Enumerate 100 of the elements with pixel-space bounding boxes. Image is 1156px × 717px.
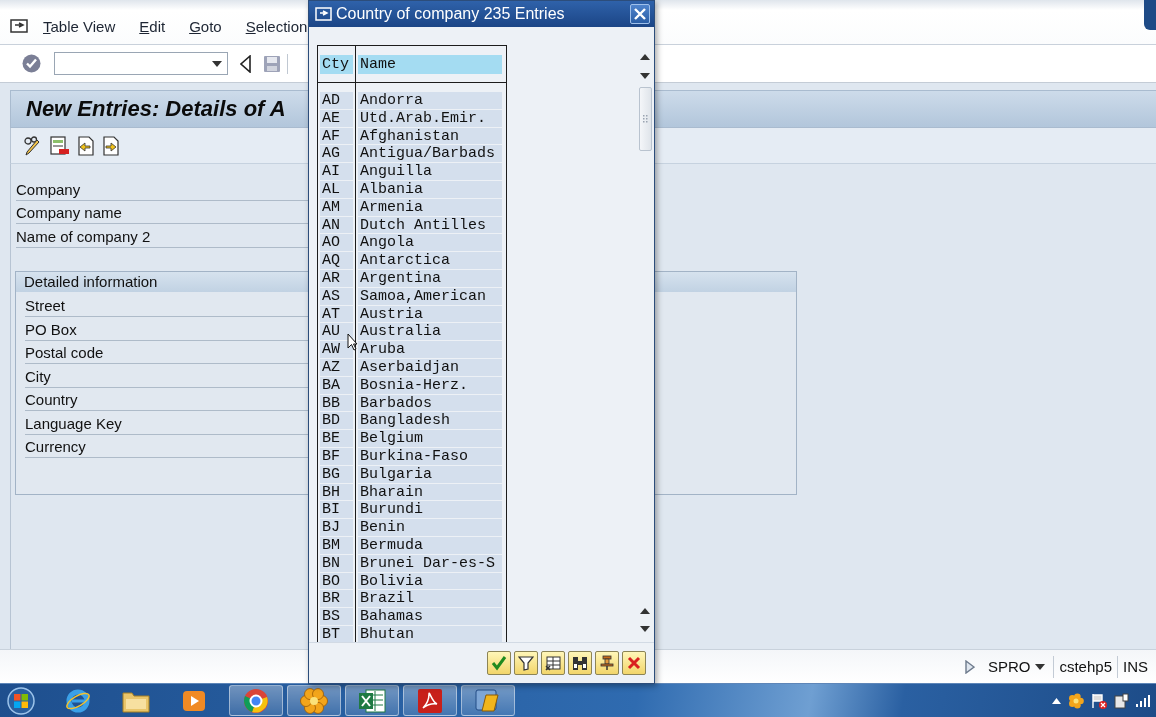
table-cell[interactable]: Aserbaidjan <box>358 358 502 376</box>
table-cell[interactable]: BS <box>320 608 353 625</box>
field-label: PO Box <box>25 317 308 341</box>
table-cell[interactable]: AU <box>320 323 353 341</box>
table-cell[interactable]: BA <box>320 376 353 394</box>
table-cell[interactable]: BI <box>320 501 353 519</box>
mouse-pointer-icon <box>347 333 358 351</box>
window-menu-icon[interactable] <box>10 19 28 33</box>
table-cell[interactable]: BB <box>320 394 353 412</box>
table-cell[interactable]: Angola <box>358 234 502 252</box>
table-cell[interactable]: AI <box>320 163 353 180</box>
table-cell[interactable]: BT <box>320 625 353 643</box>
down-arrow-icon[interactable] <box>640 625 650 632</box>
taskbar-button[interactable] <box>287 685 341 716</box>
taskbar-button[interactable] <box>461 685 515 716</box>
table-cell[interactable]: BM <box>320 536 353 554</box>
table-cell[interactable]: Brazil <box>358 590 502 608</box>
table-cell[interactable]: Bolivia <box>358 572 502 590</box>
table-cell[interactable]: AG <box>320 145 353 163</box>
table-cell[interactable]: BD <box>320 412 353 430</box>
table-cell[interactable]: Afghanistan <box>358 127 502 145</box>
dropdown-caret-icon[interactable] <box>1035 663 1046 670</box>
command-field[interactable] <box>54 52 228 75</box>
table-cell[interactable]: Bermuda <box>358 536 502 554</box>
taskbar-button[interactable] <box>345 685 399 716</box>
table-cell[interactable]: Andorra <box>358 92 502 109</box>
play-triangle-icon[interactable] <box>964 659 975 674</box>
table-cell[interactable]: AL <box>320 181 353 198</box>
table-cell[interactable]: BG <box>320 465 353 483</box>
table-cell[interactable]: BR <box>320 590 353 608</box>
table-cell[interactable]: Bangladesh <box>358 412 502 430</box>
table-cell[interactable]: Albania <box>358 181 502 198</box>
taskbar-button[interactable] <box>229 685 283 716</box>
table-cell[interactable]: AW <box>320 341 353 358</box>
table-cell[interactable]: Austria <box>358 305 502 323</box>
table-cell[interactable]: Bosnia-Herz. <box>358 376 502 394</box>
table-cell[interactable]: AD <box>320 92 353 109</box>
table-cell[interactable]: Benin <box>358 519 502 536</box>
pdf-document-icon <box>417 687 443 714</box>
table-cell[interactable]: Anguilla <box>358 163 502 180</box>
table-cell[interactable]: AF <box>320 127 353 145</box>
table-cell[interactable]: AM <box>320 198 353 216</box>
table-cell[interactable]: Aruba <box>358 341 502 358</box>
table-cell[interactable]: AT <box>320 305 353 323</box>
table-cell[interactable]: Argentina <box>358 269 502 287</box>
table-cell[interactable]: Belgium <box>358 430 502 447</box>
column-header[interactable]: Name <box>358 55 502 74</box>
previous-entry-icon[interactable] <box>77 135 95 156</box>
table-cell[interactable]: AS <box>320 287 353 305</box>
close-icon[interactable] <box>627 656 641 670</box>
cancel-button[interactable] <box>622 651 646 675</box>
table-cell[interactable]: Antarctica <box>358 252 502 269</box>
tray-flower-icon[interactable] <box>1068 692 1084 709</box>
menu-item[interactable]: Goto <box>189 17 222 35</box>
table-cell[interactable]: Antigua/Barbads <box>358 145 502 163</box>
table-cell[interactable]: Bharain <box>358 483 502 501</box>
next-entry-icon[interactable] <box>102 135 120 156</box>
menu-item[interactable]: Table View <box>43 17 116 35</box>
table-cell[interactable]: Bahamas <box>358 608 502 625</box>
table-cell[interactable]: Bulgaria <box>358 465 502 483</box>
up-arrow-icon[interactable] <box>640 53 650 60</box>
table-cell[interactable]: AR <box>320 269 353 287</box>
table-cell[interactable]: AQ <box>320 252 353 269</box>
field-label: Name of company 2 <box>16 224 308 248</box>
down-arrow-icon[interactable] <box>640 72 650 79</box>
table-cell[interactable]: BE <box>320 430 353 447</box>
flag-warning-icon[interactable] <box>1091 692 1107 709</box>
table-cell[interactable]: Australia <box>358 323 502 341</box>
table-cell[interactable]: Dutch Antilles <box>358 216 502 234</box>
table-cell[interactable]: Samoa,American <box>358 287 502 305</box>
table-cell[interactable]: AZ <box>320 358 353 376</box>
column-header[interactable]: Cty <box>320 55 353 74</box>
tray-expand-icon[interactable] <box>1052 697 1061 704</box>
table-cell[interactable]: Utd.Arab.Emir. <box>358 109 502 127</box>
dropdown-caret-icon[interactable] <box>212 60 222 67</box>
table-cell[interactable]: Brunei Dar-es-S <box>358 554 502 572</box>
table-cell[interactable]: AO <box>320 234 353 252</box>
table-cell[interactable]: Bhutan <box>358 625 502 643</box>
table-cell[interactable]: Burkina-Faso <box>358 447 502 465</box>
table-cell[interactable]: BH <box>320 483 353 501</box>
table-cell[interactable]: BN <box>320 554 353 572</box>
table-cell[interactable]: AE <box>320 109 353 127</box>
menu-item[interactable]: Edit <box>139 17 166 35</box>
table-cell[interactable]: BF <box>320 447 353 465</box>
scrollbar-thumb[interactable] <box>638 87 652 151</box>
menu-item[interactable]: Selection <box>245 17 308 35</box>
input-mode: INS <box>1122 658 1149 676</box>
delete-row-icon[interactable] <box>50 135 70 156</box>
enter-check-icon[interactable] <box>22 54 41 73</box>
table-cell[interactable]: AN <box>320 216 353 234</box>
back-arrow-icon[interactable] <box>240 54 251 73</box>
device-icon[interactable] <box>1114 692 1129 709</box>
table-cell[interactable]: Armenia <box>358 198 502 216</box>
table-cell[interactable]: Barbados <box>358 394 502 412</box>
signal-bars-icon[interactable] <box>1136 694 1150 707</box>
table-cell[interactable]: Burundi <box>358 501 502 519</box>
up-arrow-icon[interactable] <box>640 607 650 614</box>
table-cell[interactable]: BO <box>320 572 353 590</box>
table-cell[interactable]: BJ <box>320 519 353 536</box>
taskbar-button[interactable] <box>403 685 457 716</box>
